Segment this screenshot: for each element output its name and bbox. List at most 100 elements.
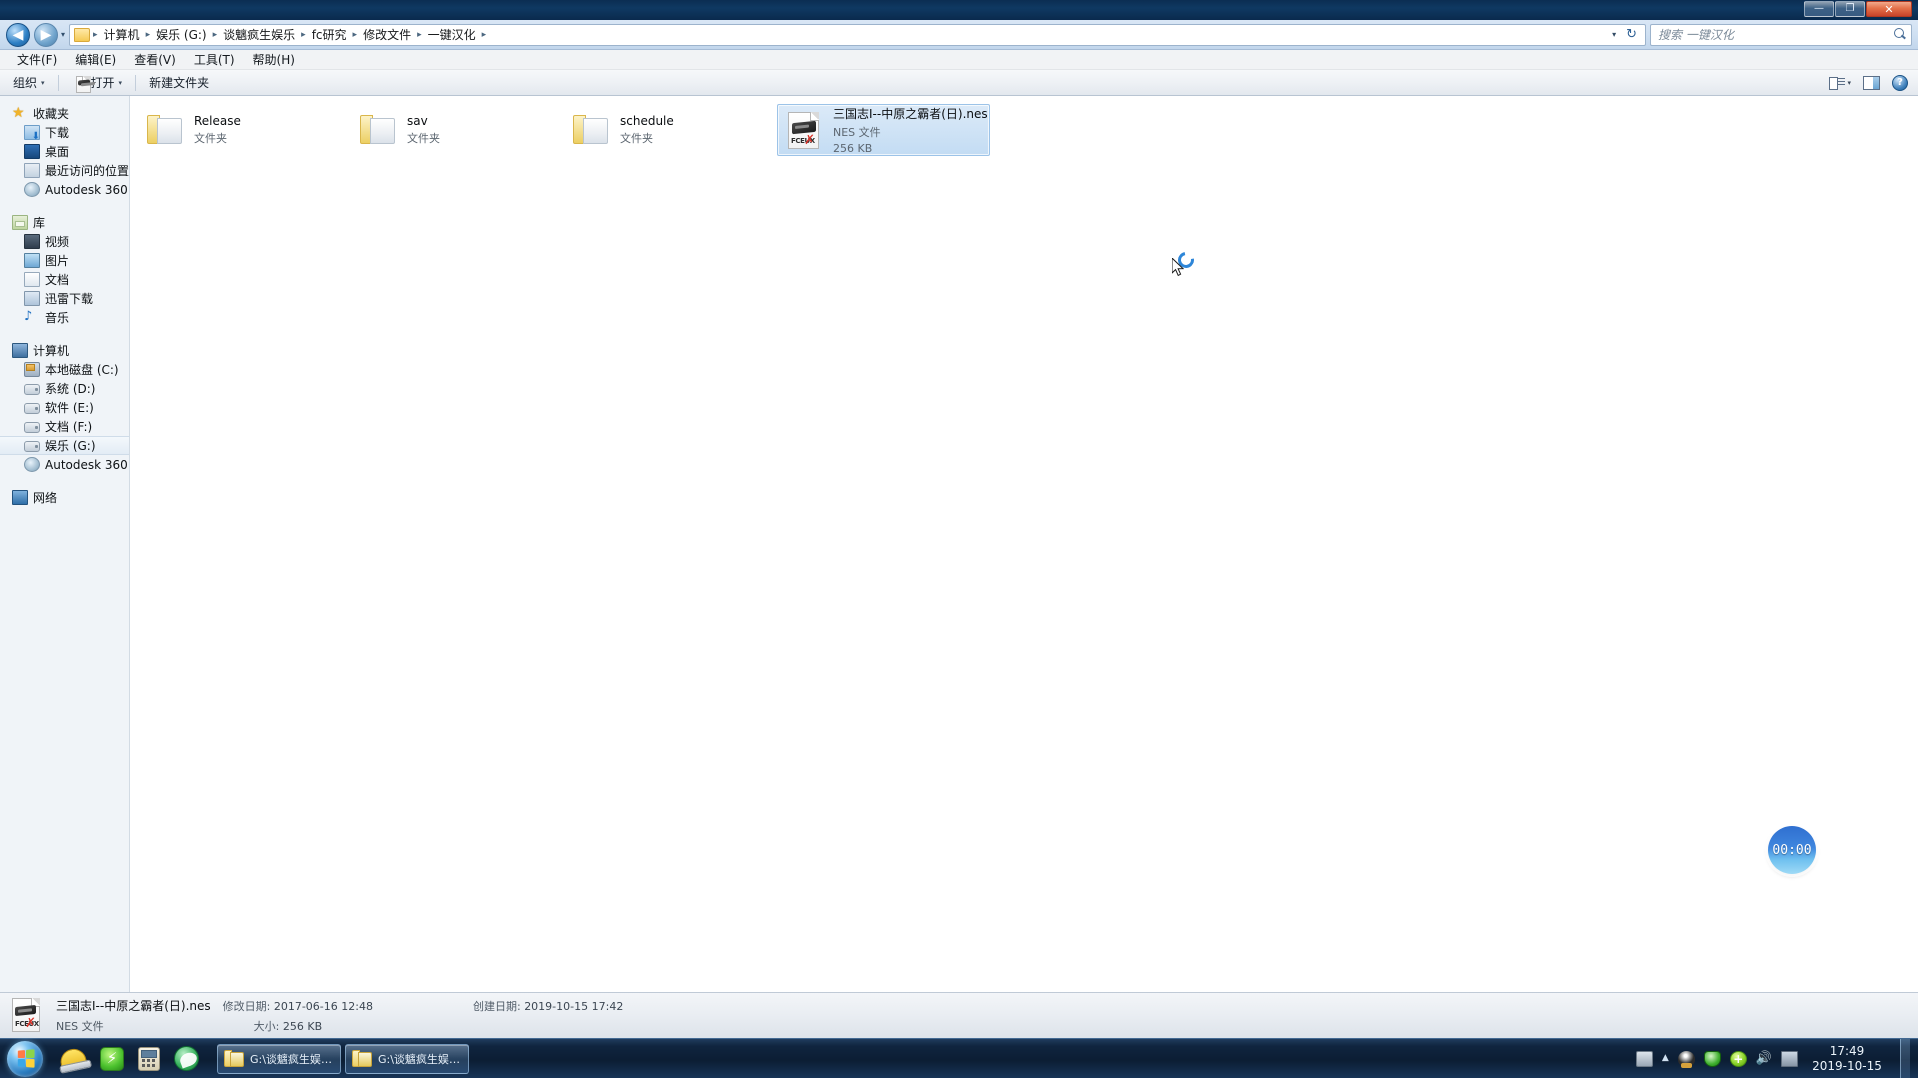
browser-icon[interactable] bbox=[174, 1046, 199, 1071]
volume-icon[interactable]: 🔊 bbox=[1756, 1052, 1772, 1065]
list-item-selected[interactable]: FCEUX ✗ 三国志Ⅰ--中原之霸者(日).nes NES 文件 256 KB bbox=[777, 104, 990, 156]
quick-launch: ⚡ bbox=[48, 1046, 211, 1072]
sidebar-label: 文档 bbox=[45, 273, 70, 287]
chevron-down-icon[interactable]: ▾ bbox=[1608, 30, 1620, 39]
title-bar[interactable]: — ❐ ✕ bbox=[0, 0, 1918, 20]
change-view-icon[interactable] bbox=[1829, 76, 1846, 90]
nes-file-icon bbox=[75, 76, 91, 93]
close-button[interactable]: ✕ bbox=[1866, 1, 1912, 17]
explorer-window: — ❐ ✕ ◀ ▶ ▾ ▸ 计算机 ▸ 娱乐 (G:) ▸ 谈魑疯生娱乐 ▸ f… bbox=[0, 0, 1918, 1038]
drive-icon bbox=[24, 384, 40, 395]
file-name: sav bbox=[407, 114, 428, 128]
breadcrumb-item-0[interactable]: 计算机 bbox=[99, 24, 145, 45]
list-item[interactable]: sav 文件夹 bbox=[351, 104, 564, 156]
menu-item-file[interactable]: 文件(F) bbox=[8, 49, 66, 70]
sidebar-item-music[interactable]: ♪ 音乐 bbox=[0, 308, 129, 327]
details-pane: FCEUX ✗ 三国志Ⅰ--中原之霸者(日).nes 修改日期: 2017-06… bbox=[0, 992, 1918, 1038]
file-type: NES 文件 bbox=[833, 126, 881, 139]
clock[interactable]: 17:49 2019-10-15 bbox=[1807, 1044, 1885, 1074]
sidebar-item-pictures[interactable]: 图片 bbox=[0, 251, 129, 270]
sidebar-item-computer[interactable]: 计算机 bbox=[0, 341, 129, 360]
sidebar-item-desktop[interactable]: 桌面 bbox=[0, 142, 129, 161]
menu-item-help[interactable]: 帮助(H) bbox=[244, 49, 304, 70]
breadcrumb-item-4[interactable]: 修改文件 bbox=[358, 24, 416, 45]
sidebar-item-drive-e[interactable]: 软件 (E:) bbox=[0, 398, 129, 417]
search-icon bbox=[1894, 28, 1907, 41]
maximize-button[interactable]: ❐ bbox=[1835, 1, 1865, 17]
folder-icon bbox=[352, 1050, 372, 1067]
organize-label: 组织 bbox=[13, 76, 38, 90]
menu-item-tools[interactable]: 工具(T) bbox=[185, 49, 244, 70]
list-item[interactable]: Release 文件夹 bbox=[138, 104, 351, 156]
system-drive-icon bbox=[24, 362, 40, 377]
breadcrumb-item-5[interactable]: 一键汉化 bbox=[423, 24, 481, 45]
sidebar-label: 网络 bbox=[33, 491, 58, 505]
forward-button[interactable]: ▶ bbox=[34, 22, 58, 47]
details-size-value: 256 KB bbox=[282, 1020, 323, 1033]
menu-item-edit[interactable]: 编辑(E) bbox=[66, 49, 125, 70]
sidebar-item-local-disk-c[interactable]: 本地磁盘 (C:) bbox=[0, 360, 129, 379]
preview-pane-icon[interactable] bbox=[1863, 75, 1880, 90]
sidebar-item-drive-d[interactable]: 系统 (D:) bbox=[0, 379, 129, 398]
timer-value: 00:00 bbox=[1772, 842, 1812, 858]
downloads-icon bbox=[24, 125, 40, 142]
breadcrumb-item-1[interactable]: 娱乐 (G:) bbox=[151, 24, 212, 45]
updater-icon[interactable]: + bbox=[1729, 1050, 1747, 1067]
history-dropdown-icon[interactable]: ▾ bbox=[61, 30, 65, 39]
organize-button[interactable]: 组织 ▾ bbox=[6, 71, 52, 94]
folder-icon bbox=[145, 110, 185, 150]
open-button[interactable]: 打开 ▾ bbox=[65, 71, 130, 94]
taskbar-window-2[interactable]: G:\谈魑疯生娱乐\... bbox=[345, 1043, 469, 1074]
hat-icon[interactable] bbox=[58, 1046, 88, 1072]
menu-item-view[interactable]: 查看(V) bbox=[125, 49, 185, 70]
sidebar-item-favorites[interactable]: ★ 收藏夹 bbox=[0, 104, 129, 123]
breadcrumb-item-2[interactable]: 谈魑疯生娱乐 bbox=[218, 24, 300, 45]
file-list-pane[interactable]: Release 文件夹 sav 文件夹 schedule 文件夹 FCEUX ✗… bbox=[130, 96, 1918, 992]
taskbar-window-1[interactable]: G:\谈魑疯生娱乐\... bbox=[217, 1043, 341, 1074]
network-icon[interactable] bbox=[1781, 1050, 1798, 1067]
chevron-down-icon[interactable]: ▾ bbox=[1847, 79, 1851, 87]
sidebar-item-libraries[interactable]: 库 bbox=[0, 213, 129, 232]
sidebar-item-drive-f[interactable]: 文档 (F:) bbox=[0, 417, 129, 436]
library-icon bbox=[12, 215, 28, 230]
keyboard-icon[interactable] bbox=[1635, 1050, 1653, 1067]
sidebar-item-documents[interactable]: 文档 bbox=[0, 270, 129, 289]
search-input[interactable]: 搜索 一键汉化 bbox=[1658, 26, 1894, 43]
sidebar-item-autodesk-360-computer[interactable]: Autodesk 360 bbox=[0, 455, 129, 474]
sidebar-label: Autodesk 360 bbox=[45, 457, 128, 472]
start-button[interactable] bbox=[2, 1040, 48, 1078]
breadcrumb-item-3[interactable]: fc研究 bbox=[307, 24, 352, 45]
clock-date: 2019-10-15 bbox=[1812, 1058, 1882, 1073]
sidebar-item-downloads[interactable]: 下载 bbox=[0, 123, 129, 142]
timer-widget[interactable]: 00:00 bbox=[1768, 826, 1816, 874]
sidebar-item-videos[interactable]: 视频 bbox=[0, 232, 129, 251]
file-info: 三国志Ⅰ--中原之霸者(日).nes NES 文件 256 KB bbox=[833, 105, 988, 155]
sidebar-item-recent-places[interactable]: 最近访问的位置 bbox=[0, 161, 129, 180]
file-name: 三国志Ⅰ--中原之霸者(日).nes bbox=[833, 107, 988, 121]
calculator-icon[interactable] bbox=[138, 1046, 160, 1071]
sidebar-item-thunder-download[interactable]: 迅雷下载 bbox=[0, 289, 129, 308]
drive-icon bbox=[24, 422, 40, 433]
details-modified-value: 2017-06-16 12:48 bbox=[273, 999, 373, 1013]
refresh-icon[interactable]: ↻ bbox=[1622, 27, 1641, 42]
sidebar-item-autodesk-360[interactable]: Autodesk 360 bbox=[0, 180, 129, 199]
search-box[interactable]: 搜索 一键汉化 bbox=[1650, 23, 1912, 46]
show-desktop-button[interactable] bbox=[1900, 1038, 1910, 1078]
back-button[interactable]: ◀ bbox=[6, 22, 30, 47]
sidebar-label: 视频 bbox=[45, 235, 70, 249]
autodesk-icon bbox=[24, 182, 40, 197]
help-icon[interactable]: ? bbox=[1892, 74, 1908, 91]
minimize-button[interactable]: — bbox=[1804, 1, 1834, 17]
thunder-icon[interactable]: ⚡ bbox=[100, 1046, 124, 1071]
sidebar-item-network[interactable]: 网络 bbox=[0, 488, 129, 507]
breadcrumb-separator[interactable]: ▸ bbox=[481, 30, 488, 40]
page-fold-icon bbox=[810, 112, 819, 121]
breadcrumb[interactable]: ▸ 计算机 ▸ 娱乐 (G:) ▸ 谈魑疯生娱乐 ▸ fc研究 ▸ 修改文件 ▸… bbox=[69, 23, 1646, 46]
new-folder-button[interactable]: 新建文件夹 bbox=[142, 71, 216, 94]
sidebar-label: 最近访问的位置 bbox=[45, 164, 130, 178]
sidebar-item-drive-g[interactable]: 娱乐 (G:) bbox=[0, 436, 129, 455]
qq-icon[interactable] bbox=[1677, 1050, 1695, 1068]
list-item[interactable]: schedule 文件夹 bbox=[564, 104, 777, 156]
security-shield-icon[interactable] bbox=[1703, 1050, 1721, 1067]
show-hidden-icons-icon[interactable]: ▲ bbox=[1662, 1054, 1669, 1063]
